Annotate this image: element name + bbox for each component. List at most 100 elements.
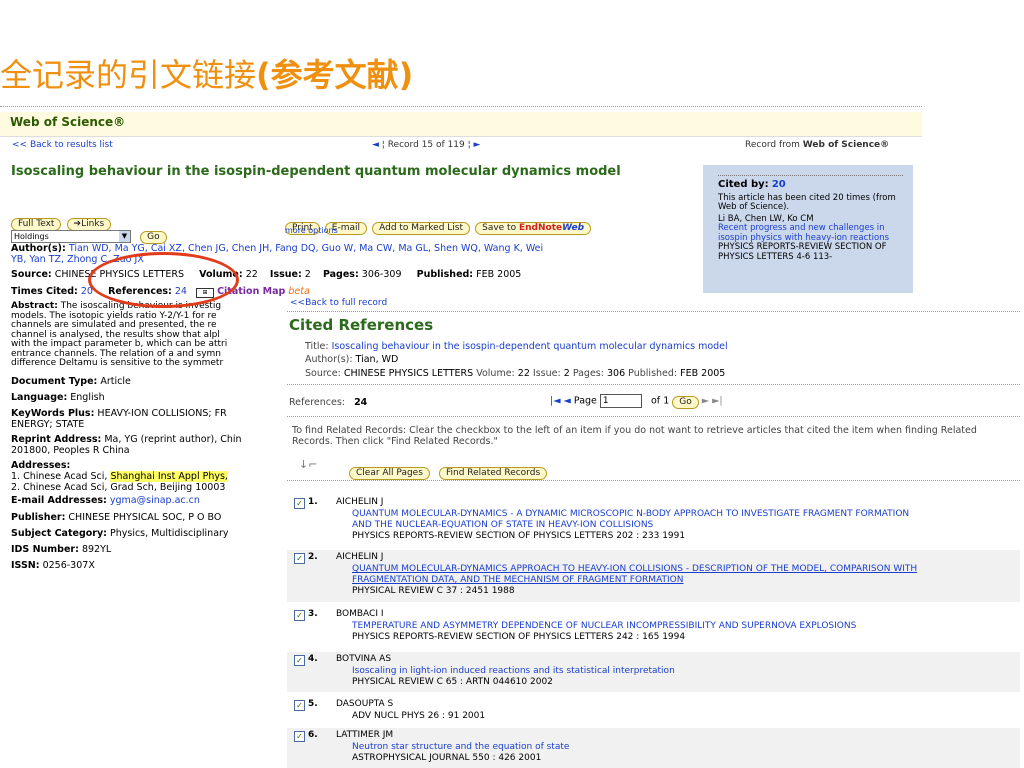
reference-checkbox[interactable]: ✓ [294, 610, 305, 621]
reference-title-link-cont[interactable]: FRAGMENTATION DATA, AND THE MECHANISM OF… [352, 575, 1012, 586]
record-from-label: Record from [745, 140, 800, 150]
reference-number: 2. [308, 552, 318, 562]
keywords-label: KeyWords Plus: [11, 408, 95, 419]
ids-line: IDS Number: 892YL [11, 544, 111, 555]
reference-checkbox[interactable]: ✓ [294, 655, 305, 666]
addresses-label: Addresses: [11, 460, 71, 471]
references-count-line: References: 24 [289, 397, 367, 409]
abstract-label: Abstract: [11, 301, 58, 311]
authors-label: Author(s): [11, 243, 66, 254]
panel-volume-value: 22 [517, 368, 530, 379]
reference-source: PHYSICS REPORTS-REVIEW SECTION OF PHYSIC… [352, 632, 686, 642]
reference-title-link[interactable]: Neutron star structure and the equation … [352, 742, 1012, 753]
reference-item: ✓ 6. LATTIMER JM Neutron star structure … [287, 728, 1020, 768]
reference-source: ASTROPHYSICAL JOURNAL 550 : 426 2001 [352, 753, 542, 763]
cited-by-count-link[interactable]: 20 [772, 179, 786, 190]
record-from: Record from Web of Science® [745, 140, 889, 150]
top-divider [0, 106, 922, 107]
reference-source: PHYSICAL REVIEW C 37 : 2451 1988 [352, 586, 515, 596]
cited-item-title-link[interactable]: Recent progress and new challenges in is… [718, 223, 903, 243]
back-to-full-record-link[interactable]: <<Back to full record [290, 298, 387, 308]
panel-divider [287, 311, 1020, 312]
panel-authors-label: Author(s): [305, 354, 353, 365]
reference-checkbox[interactable]: ✓ [294, 498, 305, 509]
next-record-icon[interactable]: ► [474, 140, 481, 150]
email-link[interactable]: ygma@sinap.ac.cn [110, 495, 200, 506]
pager: |◄ ◄ Page 1 of 1 Go ► ►| [550, 394, 723, 409]
reference-number: 3. [308, 609, 318, 619]
reprint-label: Reprint Address: [11, 434, 102, 445]
save-to-endnote-button[interactable]: Save to EndNoteWeb [475, 222, 592, 235]
reference-source: PHYSICS REPORTS-REVIEW SECTION OF PHYSIC… [352, 531, 686, 541]
prev-record-icon[interactable]: ◄ [372, 140, 379, 150]
reference-item: ✓ 2. AICHELIN J QUANTUM MOLECULAR-DYNAMI… [287, 550, 1020, 602]
cited-by-label: Cited by: [718, 179, 769, 190]
references-count-value: 24 [354, 397, 368, 408]
pages-label: Pages: [322, 269, 359, 280]
reference-title-link[interactable]: QUANTUM MOLECULAR-DYNAMICS - A DYNAMIC M… [352, 509, 1012, 520]
reprint-value-2: 201800, Peoples R China [11, 445, 130, 456]
doc-type-value: Article [100, 376, 131, 387]
reference-number: 6. [308, 730, 318, 740]
reference-title-link[interactable]: Isoscaling in light-ion induced reaction… [352, 666, 1012, 677]
references-highlight-circle [88, 252, 239, 308]
reference-number: 5. [308, 699, 318, 709]
back-to-results-link[interactable]: << Back to results list [12, 140, 113, 150]
reference-checkbox[interactable]: ✓ [294, 731, 305, 742]
reference-author: LATTIMER JM [336, 730, 394, 740]
panel-title-link[interactable]: Isoscaling behaviour in the isospin-depe… [332, 341, 728, 352]
record-num: 15 [421, 140, 434, 150]
reference-checkbox[interactable]: ✓ [294, 553, 305, 564]
clear-all-pages-button[interactable]: Clear All Pages [349, 467, 430, 480]
email-line: E-mail Addresses: ygma@sinap.ac.cn [11, 495, 200, 506]
panel-source-label: Source: [305, 368, 341, 379]
reference-title-link-cont[interactable]: AND THE NUCLEAR-EQUATION OF STATE IN HEA… [352, 520, 1012, 531]
reference-source: PHYSICAL REVIEW C 65 : ARTN 044610 2002 [352, 677, 553, 687]
issn-label: ISSN: [11, 560, 40, 571]
reference-item: ✓ 1. AICHELIN J QUANTUM MOLECULAR-DYNAMI… [287, 495, 1020, 545]
panel-published-value: FEB 2005 [680, 368, 726, 379]
more-options-link[interactable]: more options [285, 226, 338, 235]
holdings-value: Holdings [14, 232, 49, 241]
publisher-label: Publisher: [11, 512, 66, 523]
reference-checkbox[interactable]: ✓ [294, 700, 305, 711]
add-marked-list-button[interactable]: Add to Marked List [372, 222, 471, 235]
wos-brand: Web of Science® [10, 115, 126, 129]
cited-item-source: PHYSICS REPORTS-REVIEW SECTION OF PHYSIC… [718, 242, 887, 262]
record-label: Record [387, 140, 419, 150]
prev-page-icon[interactable]: ◄ [564, 396, 571, 407]
ids-label: IDS Number: [11, 544, 79, 555]
page-go-button[interactable]: Go [672, 395, 699, 409]
reference-author: AICHELIN J [336, 497, 384, 507]
page-input[interactable]: 1 [599, 394, 642, 408]
reprint-value: Ma, YG (reprint author), Chin [104, 434, 242, 445]
email-label: E-mail Addresses: [11, 495, 107, 506]
first-page-icon[interactable]: |◄ [550, 396, 561, 407]
endnote-label: EndNote [518, 223, 563, 233]
chevron-down-icon[interactable]: ▼ [119, 231, 130, 242]
wos-header-bar [0, 112, 922, 137]
abstract-line: models. The isotopic yields ratio Y-2/Y-… [11, 310, 217, 321]
holdings-select[interactable]: Holdings ▼ [11, 230, 131, 243]
subject-value: Physics, Multidisciplinary [110, 528, 229, 539]
subject-label: Subject Category: [11, 528, 107, 539]
keywords-value: HEAVY-ION COLLISIONS; FR [97, 408, 227, 419]
last-page-icon[interactable]: ►| [712, 396, 723, 407]
of-value: 1 [663, 395, 670, 407]
panel-pages-label: Pages: [572, 368, 604, 379]
reference-title-link[interactable]: QUANTUM MOLECULAR-DYNAMICS APPROACH TO H… [352, 564, 1012, 575]
keywords-value-2: ENERGY; STATE [11, 419, 85, 430]
publisher-line: Publisher: CHINESE PHYSICAL SOC, P O BO [11, 512, 221, 523]
next-page-icon[interactable]: ► [702, 396, 709, 407]
of-label: of [650, 395, 661, 407]
panel-divider [287, 384, 1020, 385]
pages-value: 306-309 [361, 269, 402, 280]
panel-issue-label: Issue: [532, 368, 561, 379]
page-label: Page [573, 395, 597, 407]
find-related-records-button[interactable]: Find Related Records [439, 467, 548, 480]
save-to-label: Save to [482, 223, 517, 233]
select-arrow-icon: ↓⌐ [299, 458, 318, 471]
abstract-line: channels are simulated and presented, th… [11, 320, 217, 330]
reference-title-link[interactable]: TEMPERATURE AND ASYMMETRY DEPENDENCE OF … [352, 621, 1012, 632]
panel-issue-value: 2 [563, 368, 570, 379]
